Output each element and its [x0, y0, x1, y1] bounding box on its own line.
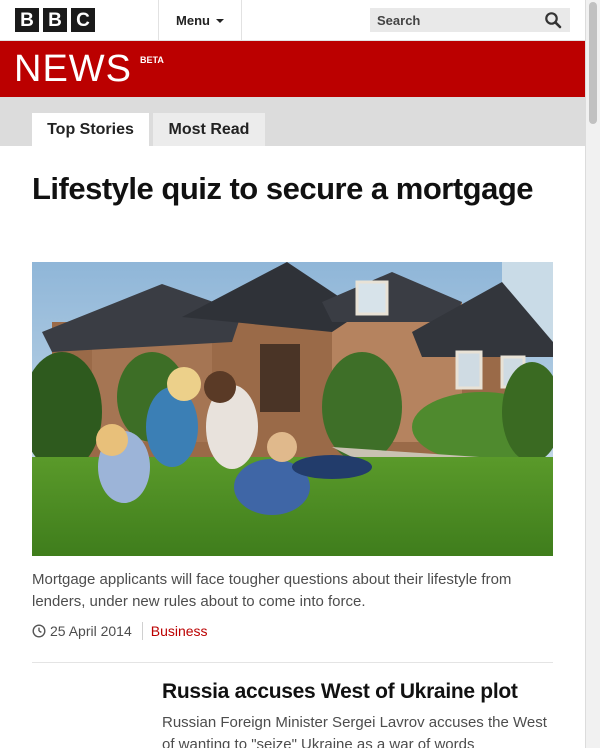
news-masthead: NEWS BETA: [0, 41, 585, 97]
clock-icon: [32, 624, 46, 638]
search-input[interactable]: Search: [370, 8, 570, 32]
tab-most-read[interactable]: Most Read: [153, 113, 265, 146]
top-story-summary: Mortgage applicants will face tougher qu…: [32, 571, 512, 610]
tab-label: Top Stories: [47, 120, 134, 138]
tab-top-stories[interactable]: Top Stories: [32, 113, 149, 146]
tab-label: Most Read: [168, 120, 250, 138]
chevron-down-icon: [215, 19, 224, 23]
bbc-logo-letter: B: [15, 8, 39, 32]
second-story-summary: Russian Foreign Minister Sergei Lavrov a…: [162, 714, 547, 748]
bbc-logo-letter: C: [71, 8, 95, 32]
vertical-scrollbar[interactable]: [585, 0, 600, 748]
search-icon[interactable]: [544, 11, 562, 29]
top-story-image[interactable]: [32, 262, 553, 556]
menu-label: Menu: [176, 12, 210, 28]
news-title[interactable]: NEWS: [14, 41, 132, 97]
timestamp: 25 April 2014: [50, 623, 132, 639]
scrollbar-thumb[interactable]: [589, 2, 597, 124]
story-divider: [32, 662, 553, 663]
beta-badge: BETA: [140, 55, 164, 65]
menu-button[interactable]: Menu: [159, 0, 242, 40]
category-link[interactable]: Business: [151, 623, 208, 639]
top-story-headline[interactable]: Lifestyle quiz to secure a mortgage: [32, 170, 552, 208]
bbc-logo-letter: B: [43, 8, 67, 32]
search-area: Search: [242, 0, 585, 40]
bbc-logo[interactable]: B B C: [0, 0, 159, 40]
second-story-headline[interactable]: Russia accuses West of Ukraine plot: [162, 678, 582, 706]
page: B B C Menu Search NEWS BETA Top Stories: [0, 0, 585, 748]
meta-divider: [141, 622, 143, 640]
story-tabs: Top Stories Most Read: [0, 97, 585, 146]
top-bar: B B C Menu Search: [0, 0, 585, 41]
top-story-meta: 25 April 2014 Business: [32, 621, 208, 641]
search-label: Search: [377, 12, 421, 28]
